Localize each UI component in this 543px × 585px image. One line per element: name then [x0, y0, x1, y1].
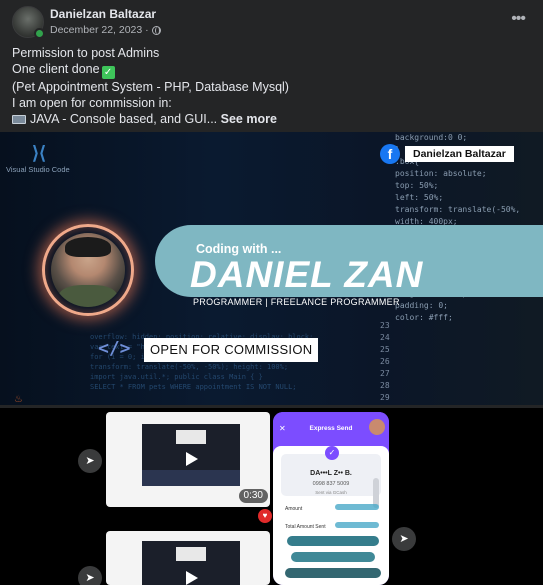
code-line: left: 50%; [395, 193, 444, 202]
code-line: transform: translate(-50%, [395, 205, 521, 214]
recipient-name: DA•••L Z•• B. [310, 470, 352, 477]
check-mark-icon: ✓ [101, 66, 115, 79]
code-line: color: #fff; [395, 313, 453, 322]
line-number: 29 [380, 393, 390, 402]
success-check-icon: ✓ [325, 446, 339, 460]
vscode-icon: ⟩⟨ [31, 143, 47, 163]
line-numbers: 23 24 25 26 27 28 29 [380, 320, 390, 404]
photo-shirt [59, 285, 117, 307]
profile-photo-ring [42, 224, 134, 316]
redaction-scribble [335, 522, 379, 528]
redaction-scribble [287, 536, 379, 546]
author-name[interactable]: Danielzan Baltazar [50, 7, 156, 21]
line-number: 27 [380, 369, 390, 378]
laptop-icon [12, 115, 26, 124]
open-for-commission-label: OPEN FOR COMMISSION [144, 338, 319, 362]
background-code-line: import java.util.*; public class Main { … [90, 373, 263, 381]
redaction-scribble [291, 552, 375, 562]
banner-roles: PROGRAMMER | FREELANCE PROGRAMMER [193, 297, 400, 307]
video-thumbnail[interactable]: 0:30 [106, 412, 270, 507]
video-dialog [176, 430, 206, 444]
play-icon [186, 571, 198, 585]
video-thumbnail[interactable] [106, 531, 270, 585]
redaction-scribble [285, 568, 381, 578]
code-line: top: 50%; [395, 181, 439, 190]
video-panel [142, 470, 240, 486]
line-number: 24 [380, 333, 390, 342]
share-icon[interactable]: ➤ [78, 566, 102, 585]
post-meta: December 22, 2023 · [50, 24, 161, 36]
heart-reaction-icon: ♥ [258, 509, 272, 523]
background-code-line: transform: translate(-50%, -50%); height… [90, 363, 289, 371]
recipient-sub: Sent via GCash [315, 490, 347, 495]
code-tag-icon: </> [98, 338, 131, 359]
payment-screenshot[interactable]: ✕ Express Send ✓ DA•••L Z•• B. 0998 837 … [273, 412, 389, 585]
share-icon[interactable]: ➤ [392, 527, 416, 551]
code-line: background:0 0; [395, 133, 468, 142]
line-number: 26 [380, 357, 390, 366]
code-line: position: absolute; [395, 169, 487, 178]
see-more-link[interactable]: See more [221, 112, 277, 126]
post-line: (Pet Appointment System - PHP, Database … [12, 80, 289, 94]
media-grid [0, 408, 543, 585]
online-status-dot [34, 28, 45, 39]
recipient-number: 0998 837 5009 [312, 481, 350, 487]
post-banner-image[interactable]: overflow: hidden; position: relative; di… [0, 132, 543, 405]
code-line: padding: 0; [395, 301, 448, 310]
post-line: JAVA - Console based, and GUI... See mor… [12, 111, 532, 127]
line-number: 28 [380, 381, 390, 390]
share-icon[interactable]: ➤ [78, 449, 102, 473]
redaction-scribble [335, 504, 379, 510]
photo-hair [65, 237, 111, 257]
profile-photo [51, 233, 125, 307]
flame-icon: ♨ [14, 394, 23, 405]
phone-avatar [369, 419, 385, 435]
line-number: 23 [380, 321, 390, 330]
banner-name-box: Danielzan Baltazar [405, 146, 514, 162]
post-body: Permission to post Admins One client don… [12, 45, 532, 127]
video-duration: 0:30 [238, 489, 268, 503]
amount-label: Amount [285, 506, 303, 512]
play-icon [186, 452, 198, 466]
line-number: 25 [380, 345, 390, 354]
post-header: Danielzan Baltazar December 22, 2023 · •… [0, 0, 543, 42]
post-date[interactable]: December 22, 2023 · [50, 24, 149, 36]
post-line: I am open for commission in: [12, 96, 172, 110]
facebook-icon: f [380, 144, 400, 164]
video-dialog [176, 547, 206, 561]
author-avatar[interactable] [12, 6, 45, 39]
more-options-button[interactable]: ••• [511, 10, 526, 28]
vscode-label: Visual Studio Code [6, 165, 70, 174]
facebook-post: Danielzan Baltazar December 22, 2023 · •… [0, 0, 543, 585]
banner-big-name: DANIEL ZAN [190, 254, 424, 295]
total-label: Total Amount Sent [285, 524, 326, 530]
background-code-line: SELECT * FROM pets WHERE appointment IS … [90, 383, 297, 391]
post-line: Permission to post Admins [12, 46, 160, 60]
post-line: One client done ✓ [12, 61, 532, 79]
globe-icon [151, 25, 161, 35]
